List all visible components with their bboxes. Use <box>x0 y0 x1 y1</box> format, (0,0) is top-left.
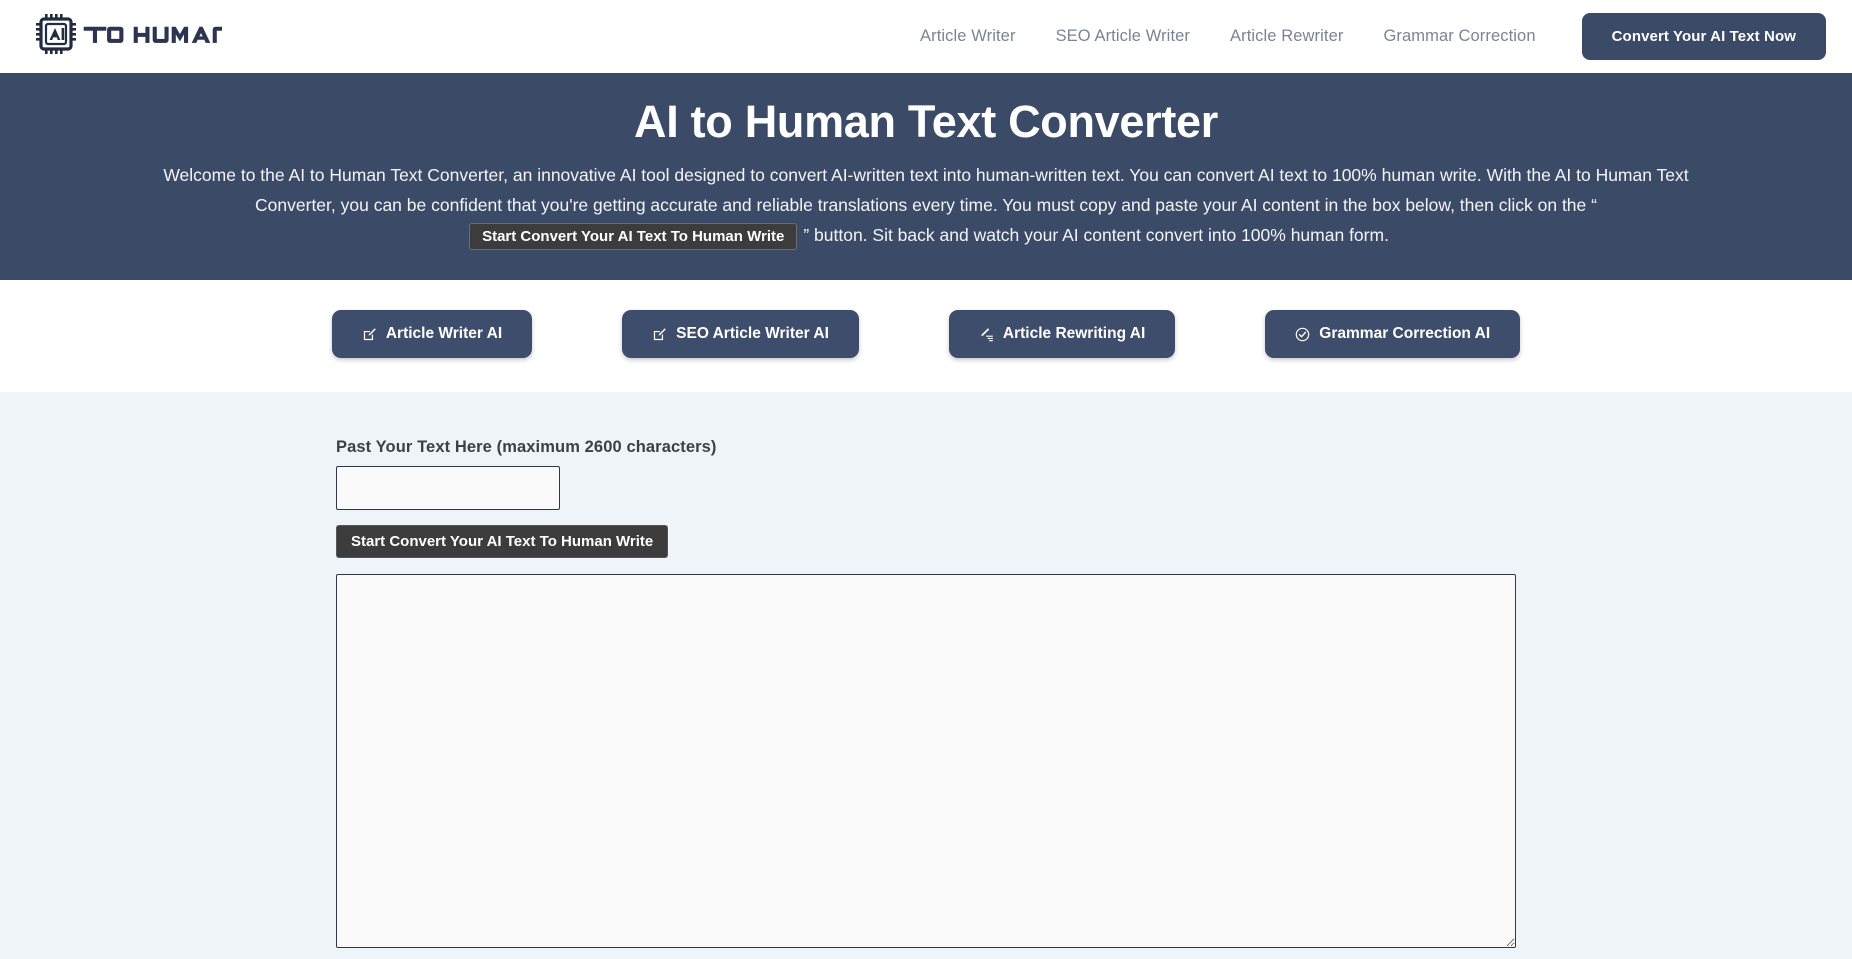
pencil-square-icon <box>362 327 377 342</box>
page-title: AI to Human Text Converter <box>0 95 1852 148</box>
nav-link-seo-article-writer[interactable]: SEO Article Writer <box>1036 27 1210 46</box>
hero-description: Welcome to the AI to Human Text Converte… <box>116 160 1736 250</box>
paste-text-input[interactable] <box>336 466 560 510</box>
tool-button-seo-article-writer-ai[interactable]: SEO Article Writer AI <box>622 310 859 358</box>
hero-description-part2: ” button. Sit back and watch your AI con… <box>803 225 1389 245</box>
start-convert-button[interactable]: Start Convert Your AI Text To Human Writ… <box>336 525 668 558</box>
cpu-chip-ai-icon <box>34 12 78 61</box>
tool-button-label: Grammar Correction AI <box>1319 325 1490 343</box>
tool-buttons-row: Article Writer AI SEO Article Writer AI <box>0 310 1852 358</box>
hero-inline-start-convert-button[interactable]: Start Convert Your AI Text To Human Writ… <box>469 223 797 250</box>
check-circle-icon <box>1295 327 1310 342</box>
tool-button-label: SEO Article Writer AI <box>676 325 829 343</box>
paste-text-label: Past Your Text Here (maximum 2600 charac… <box>336 438 1516 457</box>
hero-description-part1: Welcome to the AI to Human Text Converte… <box>163 165 1688 215</box>
tool-buttons-section: Article Writer AI SEO Article Writer AI <box>0 280 1852 392</box>
site-header: Article Writer SEO Article Writer Articl… <box>0 0 1852 73</box>
nav-link-article-writer[interactable]: Article Writer <box>900 27 1036 46</box>
tool-button-label: Article Rewriting AI <box>1003 325 1145 343</box>
converted-output-textarea[interactable] <box>336 574 1516 948</box>
nav-link-article-rewriter[interactable]: Article Rewriter <box>1210 27 1363 46</box>
site-logo[interactable] <box>34 12 222 61</box>
pencil-square-icon <box>652 327 667 342</box>
hero-section: AI to Human Text Converter Welcome to th… <box>0 73 1852 280</box>
primary-nav: Article Writer SEO Article Writer Articl… <box>900 13 1826 60</box>
logo-wordmark <box>82 19 222 54</box>
tool-button-grammar-correction-ai[interactable]: Grammar Correction AI <box>1265 310 1520 358</box>
pencil-lines-icon <box>979 327 994 342</box>
tool-button-article-rewriting-ai[interactable]: Article Rewriting AI <box>949 310 1175 358</box>
tool-button-label: Article Writer AI <box>386 325 502 343</box>
nav-link-grammar-correction[interactable]: Grammar Correction <box>1363 27 1555 46</box>
tool-button-article-writer-ai[interactable]: Article Writer AI <box>332 310 532 358</box>
converter-form: Past Your Text Here (maximum 2600 charac… <box>0 438 1852 948</box>
convert-your-ai-text-now-button[interactable]: Convert Your AI Text Now <box>1582 13 1826 60</box>
converter-work-area: Past Your Text Here (maximum 2600 charac… <box>0 392 1852 959</box>
